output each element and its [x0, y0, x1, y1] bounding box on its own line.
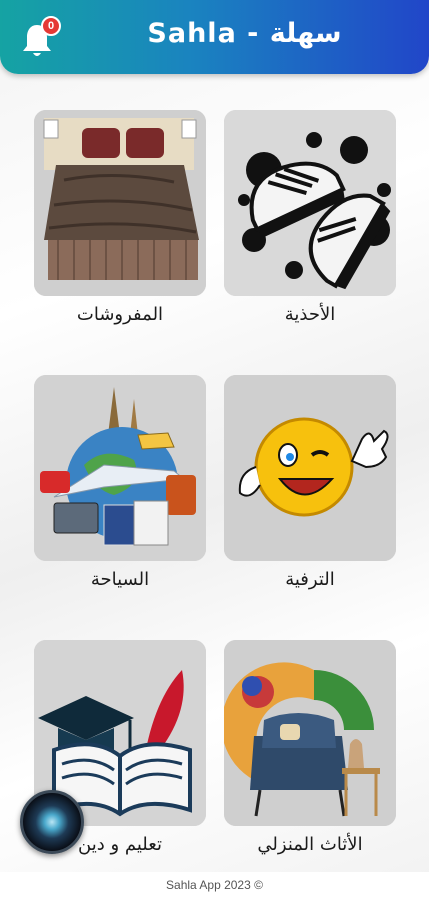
- bedding-image: [34, 110, 206, 296]
- tourism-image: [34, 375, 206, 561]
- category-label-home-furniture: الأثاث المنزلي: [257, 834, 363, 855]
- category-card-tourism[interactable]: [34, 375, 206, 561]
- shoes-image: [224, 110, 396, 296]
- category-card-bedding[interactable]: [34, 110, 206, 296]
- category-card-shoes[interactable]: [224, 110, 396, 296]
- camera-lens-icon: [23, 793, 81, 851]
- category-label-bedding: المفروشات: [76, 304, 164, 325]
- notification-badge: 0: [41, 16, 61, 36]
- footer-copyright: Sahla App 2023 ©: [0, 872, 429, 900]
- notification-button[interactable]: 0: [20, 16, 61, 62]
- app-header: 0 Sahla - سهلة: [0, 0, 429, 74]
- category-label-tourism: السياحة: [90, 569, 150, 590]
- camera-lens-button[interactable]: [20, 790, 84, 854]
- page-title: Sahla - سهلة: [147, 18, 342, 49]
- home-furniture-image: [224, 640, 396, 826]
- category-label-shoes: الأحذية: [284, 304, 336, 325]
- entertainment-image: [224, 375, 396, 561]
- category-label-entertainment: الترفية: [285, 569, 335, 590]
- category-card-entertainment[interactable]: [224, 375, 396, 561]
- category-card-home-furniture[interactable]: [224, 640, 396, 826]
